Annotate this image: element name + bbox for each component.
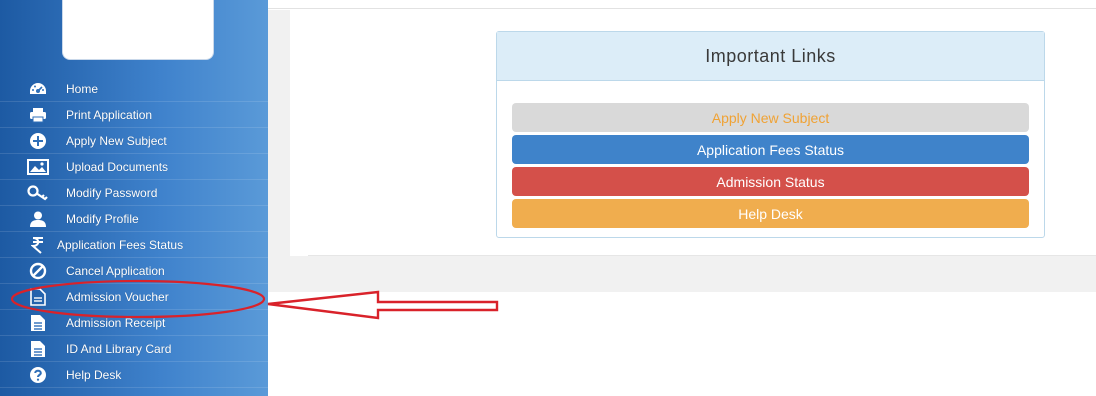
sidebar-item-help-desk[interactable]: Help Desk xyxy=(0,362,268,388)
sidebar-menu: Home Print Application Apply New Subject… xyxy=(0,76,268,388)
question-circle-icon xyxy=(27,366,49,384)
sidebar-item-label: Modify Password xyxy=(66,185,158,200)
page: Home Print Application Apply New Subject… xyxy=(0,0,1096,396)
sidebar-item-cancel-application[interactable]: Cancel Application xyxy=(0,258,268,284)
sidebar-item-application-fees-status[interactable]: Application Fees Status xyxy=(0,232,268,258)
content-divider xyxy=(308,255,1096,256)
sidebar-item-modify-profile[interactable]: Modify Profile xyxy=(0,206,268,232)
sidebar-item-apply-new-subject[interactable]: Apply New Subject xyxy=(0,128,268,154)
sidebar: Home Print Application Apply New Subject… xyxy=(0,0,268,396)
sidebar-item-admission-receipt[interactable]: Admission Receipt xyxy=(0,310,268,336)
sidebar-item-modify-password[interactable]: Modify Password xyxy=(0,180,268,206)
rupee-icon xyxy=(27,236,49,254)
sidebar-item-admission-voucher[interactable]: Admission Voucher xyxy=(0,284,268,310)
sidebar-item-label: Admission Receipt xyxy=(66,315,166,330)
content-footer-band xyxy=(268,256,1096,292)
plus-circle-icon xyxy=(27,132,49,150)
sidebar-item-print-application[interactable]: Print Application xyxy=(0,102,268,128)
sidebar-item-label: Help Desk xyxy=(66,367,122,382)
panel-title: Important Links xyxy=(497,32,1044,81)
sidebar-item-label: Application Fees Status xyxy=(57,237,184,252)
important-links-panel: Important Links Apply New Subject Applic… xyxy=(496,31,1045,238)
sidebar-item-label: Apply New Subject xyxy=(66,133,167,148)
sidebar-item-home[interactable]: Home xyxy=(0,76,268,102)
sidebar-item-id-and-library-card[interactable]: ID And Library Card xyxy=(0,336,268,362)
ban-icon xyxy=(27,262,49,280)
sidebar-item-upload-documents[interactable]: Upload Documents xyxy=(0,154,268,180)
key-icon xyxy=(27,184,49,202)
sidebar-item-label: ID And Library Card xyxy=(66,341,172,356)
document-icon xyxy=(27,314,49,332)
sidebar-item-label: Modify Profile xyxy=(66,211,139,226)
sidebar-item-label: Print Application xyxy=(66,107,153,122)
profile-card xyxy=(62,0,214,60)
document-icon xyxy=(27,340,49,358)
admission-status-button[interactable]: Admission Status xyxy=(512,167,1029,196)
content-gutter xyxy=(268,10,290,272)
pointer-arrow xyxy=(267,290,499,320)
user-icon xyxy=(27,210,49,228)
help-desk-button[interactable]: Help Desk xyxy=(512,199,1029,228)
document-icon xyxy=(27,287,49,306)
sidebar-item-label: Admission Voucher xyxy=(66,289,169,304)
dashboard-icon xyxy=(27,80,49,98)
sidebar-item-label: Upload Documents xyxy=(66,159,169,174)
image-icon xyxy=(27,158,49,176)
apply-new-subject-button[interactable]: Apply New Subject xyxy=(512,103,1029,132)
sidebar-item-label: Home xyxy=(66,81,99,96)
application-fees-status-button[interactable]: Application Fees Status xyxy=(512,135,1029,164)
sidebar-item-label: Cancel Application xyxy=(66,263,165,278)
printer-icon xyxy=(27,106,49,124)
top-divider xyxy=(268,8,1096,9)
